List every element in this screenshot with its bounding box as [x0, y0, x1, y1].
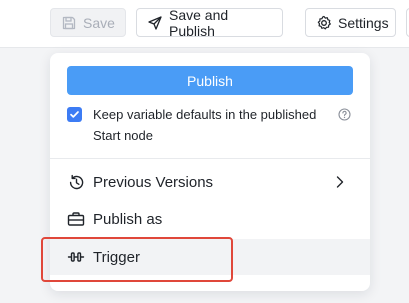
toolbox-icon — [67, 210, 85, 228]
publish-button-label: Publish — [187, 72, 233, 89]
save-button[interactable]: Save — [50, 8, 126, 37]
menu-divider — [50, 158, 370, 159]
save-icon — [62, 16, 76, 29]
menu-item-label: Publish as — [93, 210, 163, 228]
save-button-label: Save — [83, 14, 115, 31]
chevron-right-icon — [336, 176, 344, 188]
gear-icon — [317, 15, 331, 29]
highlight-annotation — [41, 237, 233, 282]
menu-item-previous-versions[interactable]: Previous Versions — [50, 164, 370, 200]
save-and-publish-button[interactable]: Save and Publish — [136, 6, 283, 39]
save-and-publish-label: Save and Publish — [169, 6, 229, 39]
keep-defaults-label: Keep variable defaults in the published … — [93, 107, 317, 143]
publish-button[interactable]: Publish — [67, 66, 353, 95]
settings-button[interactable]: Settings — [305, 8, 396, 37]
history-icon — [67, 173, 85, 191]
keep-defaults-checkbox[interactable] — [67, 107, 82, 122]
top-toolbar: Save Save and Publish Settings — [0, 0, 409, 48]
menu-item-publish-as[interactable]: Publish as — [50, 201, 370, 237]
send-icon — [148, 15, 162, 30]
menu-item-label: Previous Versions — [93, 173, 214, 191]
settings-label: Settings — [338, 14, 389, 31]
checkmark-icon — [70, 111, 79, 118]
help-icon[interactable] — [338, 108, 351, 121]
